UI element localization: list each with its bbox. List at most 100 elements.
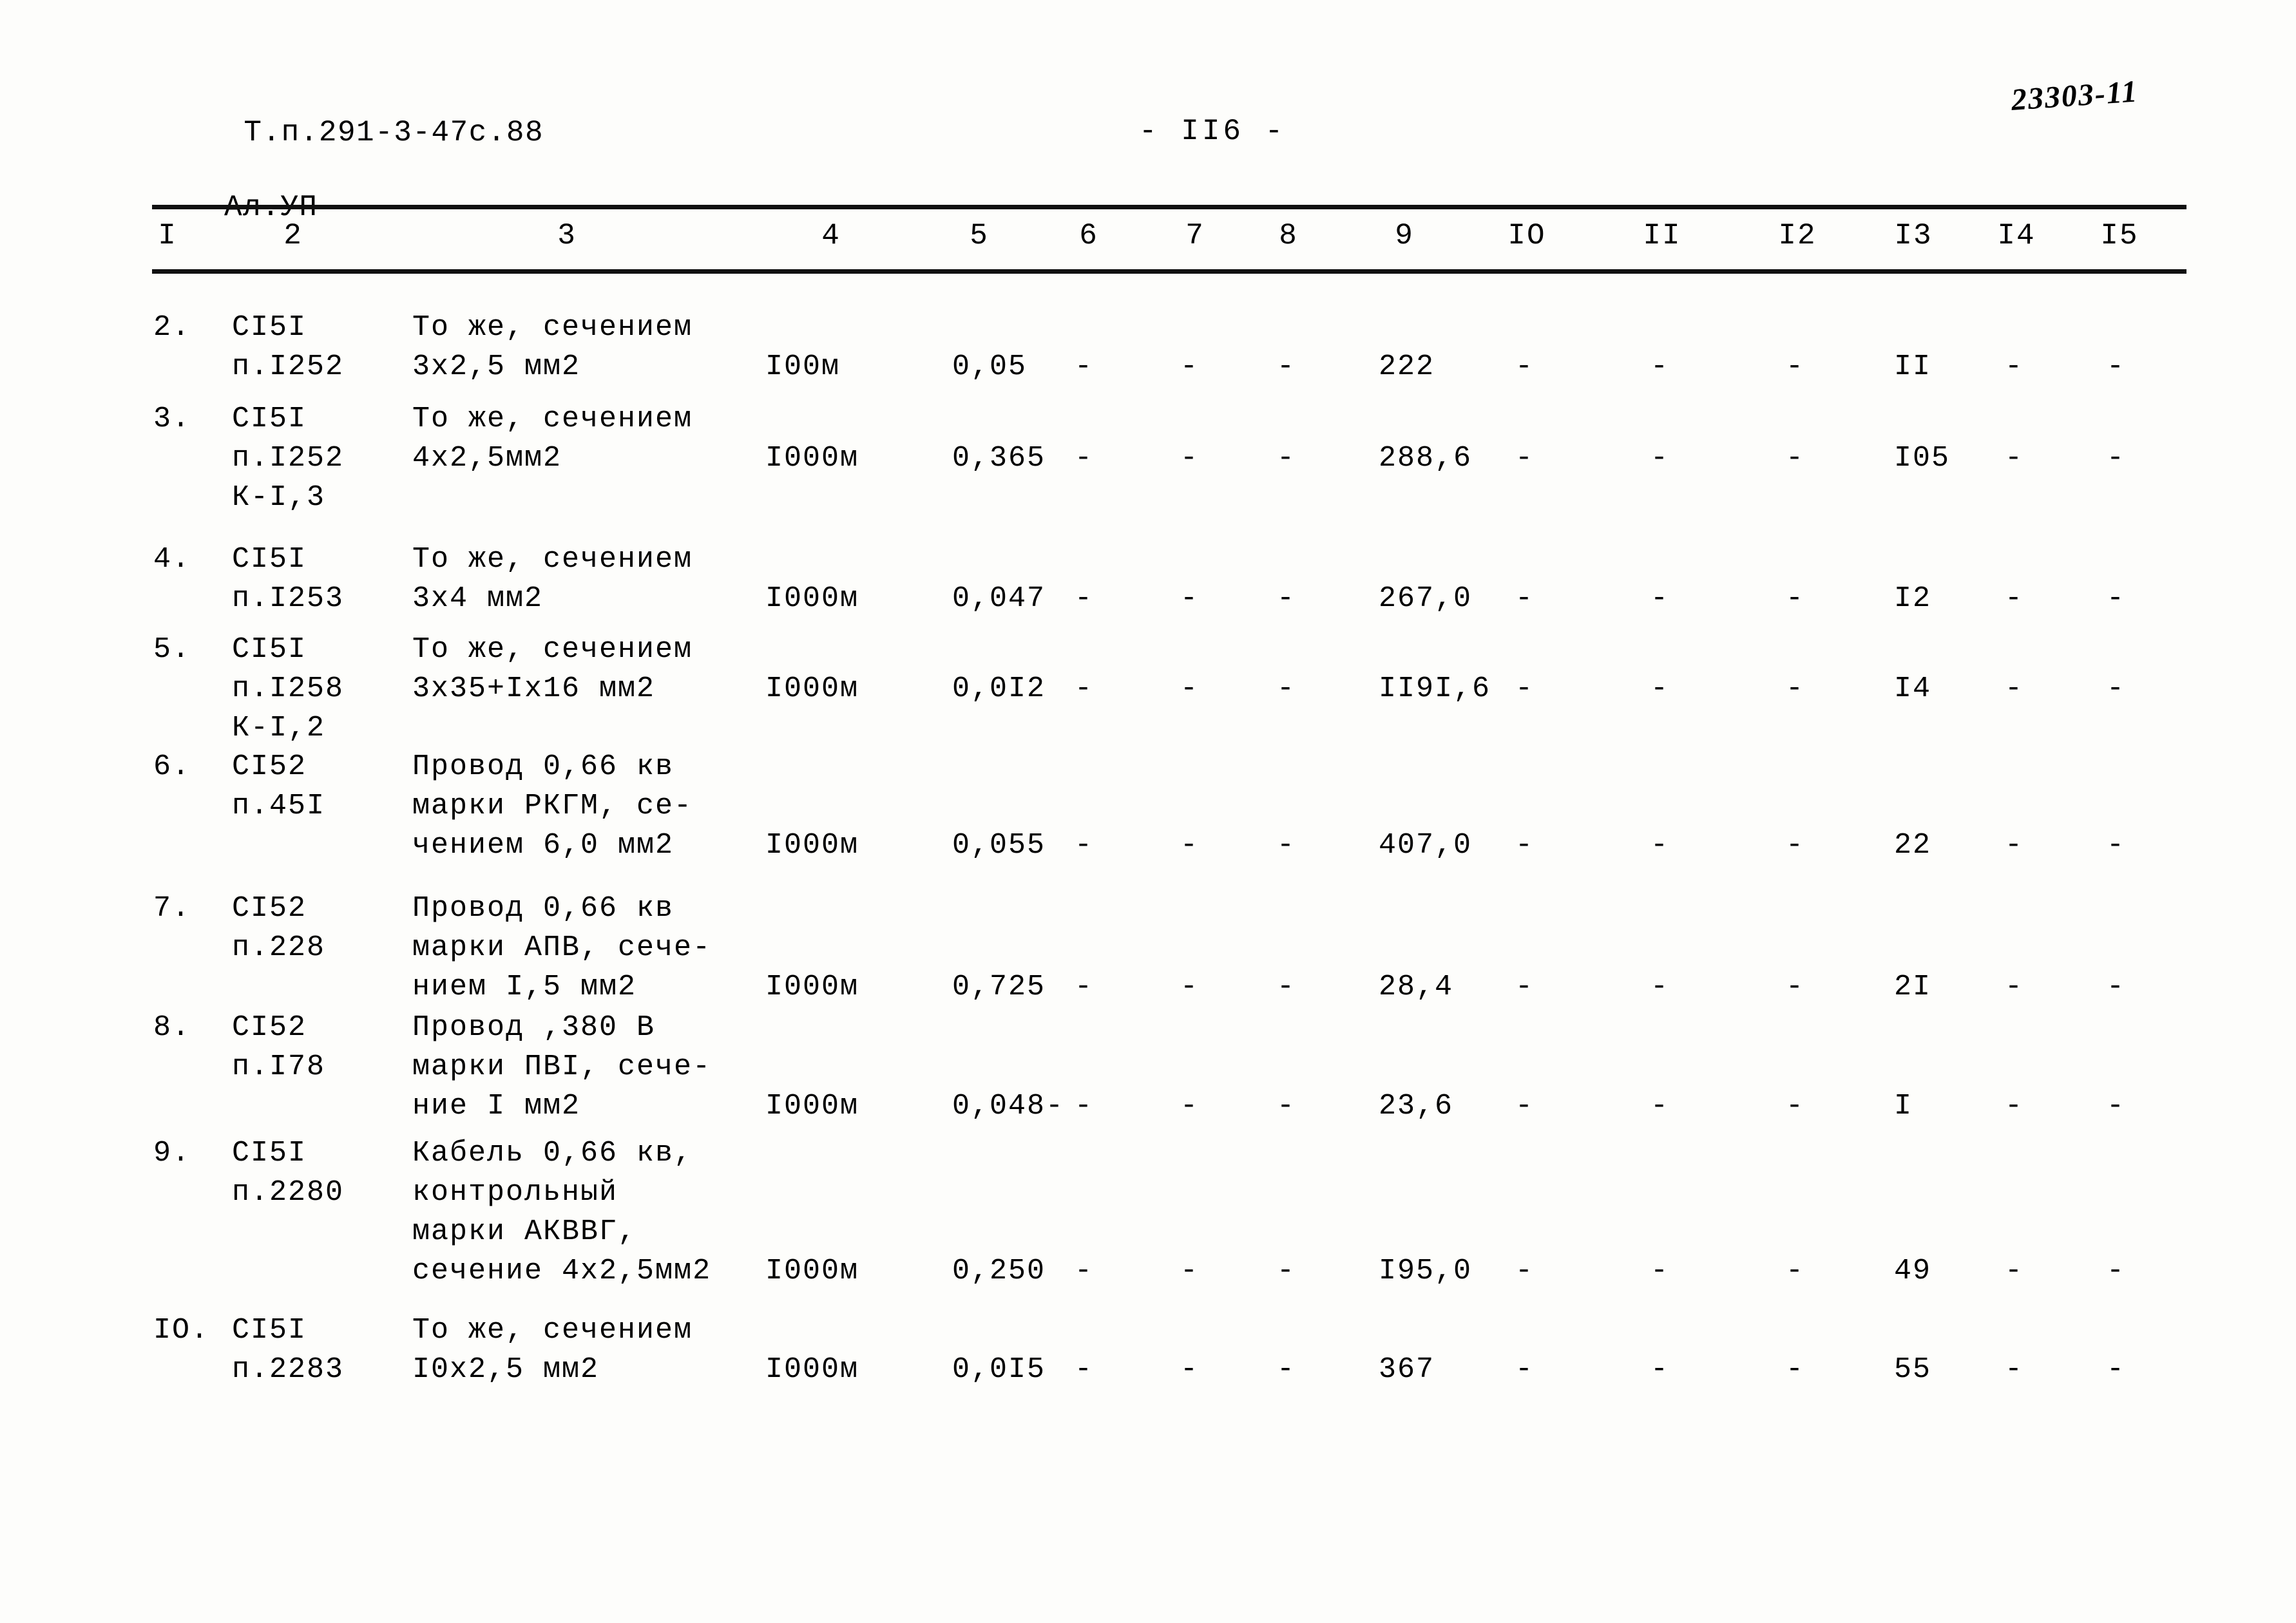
- column-header-14: I4: [1997, 219, 2036, 252]
- row-8-unit: I000м: [765, 1255, 859, 1287]
- row-9-description: То же, сечением I0х2,5 мм2: [412, 1314, 693, 1386]
- row-4-c7: -: [1180, 672, 1200, 705]
- row-1-description: То же, сечением 3х2,5 мм2: [412, 311, 693, 383]
- row-3-c8: -: [1277, 582, 1296, 615]
- row-7-c14: -: [2005, 1090, 2024, 1123]
- column-header-15: I5: [2100, 219, 2139, 252]
- row-2-description: То же, сечением 4х2,5мм2: [412, 403, 693, 475]
- row-8-c13: 49: [1894, 1255, 1932, 1287]
- row-2-c7: -: [1180, 442, 1200, 475]
- row-4-unit: I000м: [765, 672, 859, 705]
- row-8-c15: -: [2107, 1255, 2126, 1287]
- row-3-c12: -: [1786, 582, 1805, 615]
- row-7-c12: -: [1786, 1090, 1805, 1123]
- row-5-item-number: 6.: [153, 750, 191, 783]
- row-6-c9: 28,4: [1379, 971, 1454, 1003]
- row-7-c10: -: [1515, 1090, 1535, 1123]
- row-8-c8: -: [1277, 1255, 1296, 1287]
- column-header-7: 7: [1185, 219, 1205, 252]
- row-8-item-number: 9.: [153, 1137, 191, 1170]
- row-8-c5: 0,250: [952, 1255, 1046, 1287]
- row-1-c13: II: [1894, 350, 1932, 383]
- row-7-code: СI52 п.I78: [232, 1011, 326, 1083]
- row-3-c7: -: [1180, 582, 1200, 615]
- row-5-c9: 407,0: [1379, 829, 1473, 862]
- document-page: Т.п.291-3-47с.88 Ал.УП - II6 - 23303-11 …: [0, 0, 2296, 1623]
- row-2-c9: 288,6: [1379, 442, 1473, 475]
- row-8-c7: -: [1180, 1255, 1200, 1287]
- row-8-c12: -: [1786, 1255, 1805, 1287]
- row-1-c15: -: [2107, 350, 2126, 383]
- row-9-c10: -: [1515, 1353, 1535, 1386]
- row-6-description: Провод 0,66 кв марки АПВ, сече- нием I,5…: [412, 892, 712, 1003]
- row-6-c6: -: [1075, 971, 1094, 1003]
- row-2-c12: -: [1786, 442, 1805, 475]
- row-1-c8: -: [1277, 350, 1296, 383]
- row-8-description: Кабель 0,66 кв, контрольный марки АКВВГ,…: [412, 1137, 712, 1287]
- column-header-4: 4: [821, 219, 841, 252]
- row-6-code: СI52 п.228: [232, 892, 326, 964]
- row-6-c5: 0,725: [952, 971, 1046, 1003]
- row-5-c13: 22: [1894, 829, 1932, 862]
- row-4-c9: II9I,6: [1379, 672, 1491, 705]
- row-3-description: То же, сечением 3х4 мм2: [412, 543, 693, 615]
- row-8-c9: I95,0: [1379, 1255, 1473, 1287]
- row-1-code: СI5I п.I252: [232, 311, 345, 383]
- row-3-c13: I2: [1894, 582, 1932, 615]
- row-1-item-number: 2.: [153, 311, 191, 344]
- row-4-c8: -: [1277, 672, 1296, 705]
- column-header-11: II: [1643, 219, 1681, 252]
- row-1-c7: -: [1180, 350, 1200, 383]
- row-4-c12: -: [1786, 672, 1805, 705]
- row-6-item-number: 7.: [153, 892, 191, 925]
- row-7-unit: I000м: [765, 1090, 859, 1123]
- row-2-code: СI5I п.I252 К-I,3: [232, 403, 345, 514]
- row-7-c6: -: [1075, 1090, 1094, 1123]
- row-7-c15: -: [2107, 1090, 2126, 1123]
- row-2-c11: -: [1650, 442, 1670, 475]
- row-1-c14: -: [2005, 350, 2024, 383]
- row-2-unit: I000м: [765, 442, 859, 475]
- row-3-c5: 0,047: [952, 582, 1046, 615]
- row-7-c13: I: [1894, 1090, 1913, 1123]
- row-9-c9: 367: [1379, 1353, 1435, 1386]
- row-3-unit: I000м: [765, 582, 859, 615]
- row-2-c5: 0,365: [952, 442, 1046, 475]
- row-3-c9: 267,0: [1379, 582, 1473, 615]
- row-5-c6: -: [1075, 829, 1094, 862]
- row-2-c10: -: [1515, 442, 1535, 475]
- row-7-c5: 0,048-: [952, 1090, 1065, 1123]
- row-2-c13: I05: [1894, 442, 1951, 475]
- row-9-c5: 0,0I5: [952, 1353, 1046, 1386]
- row-6-c11: -: [1650, 971, 1670, 1003]
- row-2-c14: -: [2005, 442, 2024, 475]
- row-1-c5: 0,05: [952, 350, 1028, 383]
- column-header-9: 9: [1395, 219, 1414, 252]
- table-top-rule: [152, 205, 2186, 209]
- page-number: - II6 -: [1139, 115, 1287, 148]
- row-7-item-number: 8.: [153, 1011, 191, 1044]
- row-4-item-number: 5.: [153, 633, 191, 666]
- row-3-c15: -: [2107, 582, 2126, 615]
- row-7-c8: -: [1277, 1090, 1296, 1123]
- row-1-c12: -: [1786, 350, 1805, 383]
- column-header-8: 8: [1279, 219, 1298, 252]
- row-5-c12: -: [1786, 829, 1805, 862]
- row-5-c10: -: [1515, 829, 1535, 862]
- row-2-item-number: 3.: [153, 403, 191, 435]
- column-header-10: IO: [1507, 219, 1546, 252]
- row-3-c6: -: [1075, 582, 1094, 615]
- row-9-c12: -: [1786, 1353, 1805, 1386]
- row-4-c6: -: [1075, 672, 1094, 705]
- row-7-c11: -: [1650, 1090, 1670, 1123]
- row-4-c15: -: [2107, 672, 2126, 705]
- row-6-c12: -: [1786, 971, 1805, 1003]
- row-1-unit: I00м: [765, 350, 841, 383]
- row-8-c10: -: [1515, 1255, 1535, 1287]
- column-header-13: I3: [1894, 219, 1933, 252]
- row-3-c11: -: [1650, 582, 1670, 615]
- row-7-c9: 23,6: [1379, 1090, 1454, 1123]
- row-4-code: СI5I п.I258 К-I,2: [232, 633, 345, 745]
- row-3-c10: -: [1515, 582, 1535, 615]
- row-9-c11: -: [1650, 1353, 1670, 1386]
